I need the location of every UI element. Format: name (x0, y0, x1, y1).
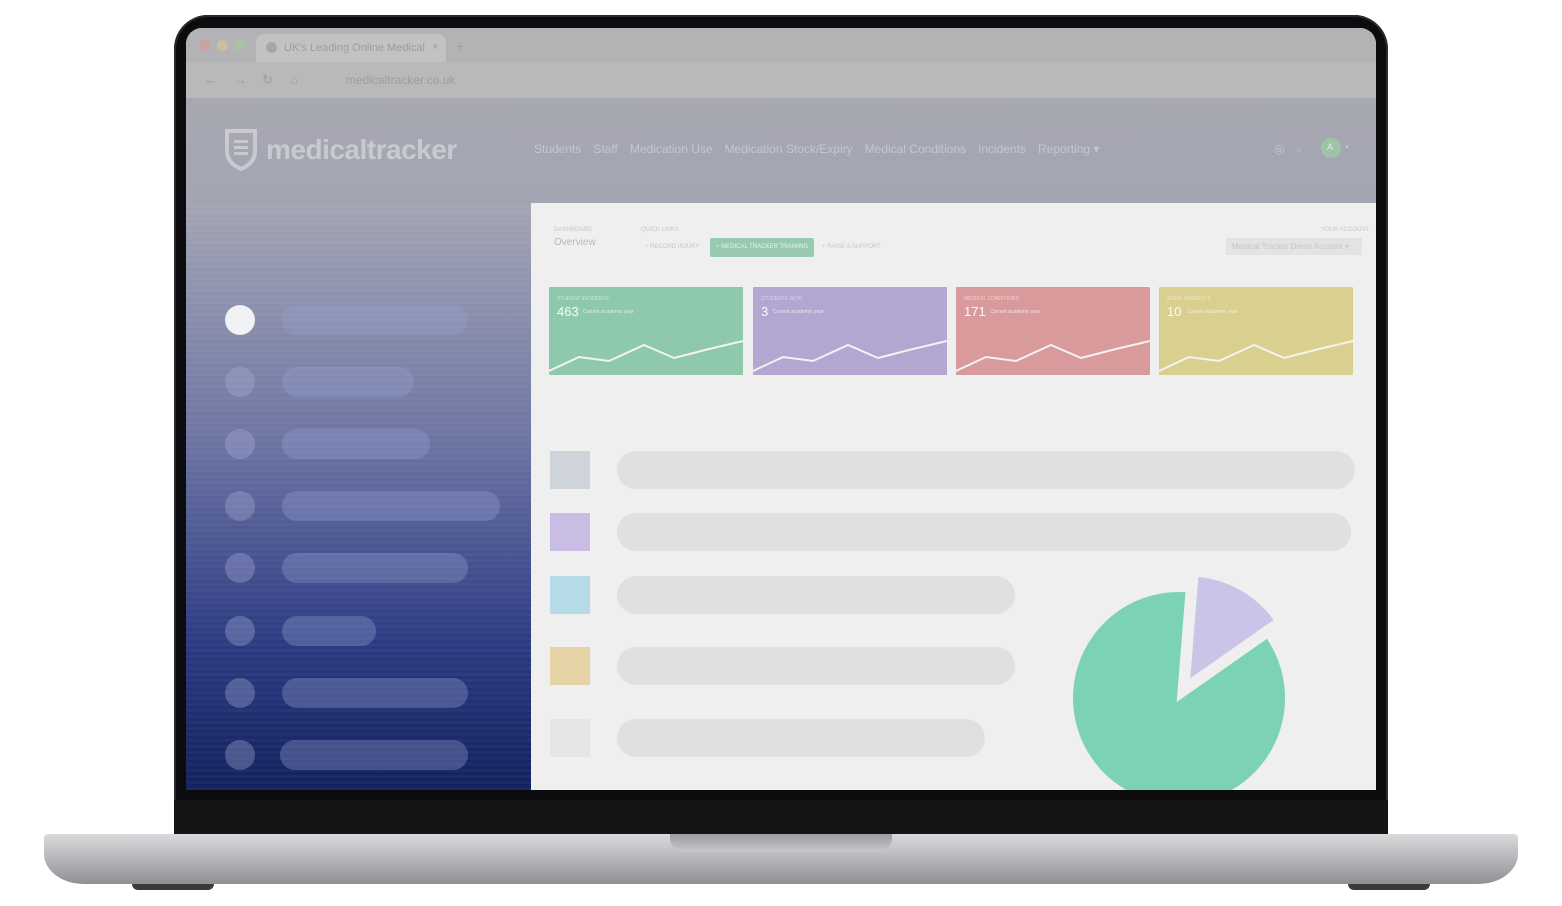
laptop-screen: UK's Leading Online Medical × + ← → ↻ ⌂ … (186, 28, 1376, 790)
legend-swatch (550, 647, 590, 685)
pie-chart (1069, 572, 1289, 790)
stat-card-student-incidents[interactable]: STUDENT INCIDENTS 463 Current academic y… (549, 287, 743, 375)
placeholder-bar (617, 719, 985, 757)
reload-icon[interactable]: ↻ (262, 72, 273, 88)
sparkline (549, 340, 743, 372)
window-close-icon[interactable] (200, 40, 211, 51)
legend-swatch (550, 451, 590, 489)
window-zoom-icon[interactable] (234, 40, 245, 51)
side-step-indicator (225, 429, 255, 459)
legend-swatch (550, 719, 590, 757)
avatar[interactable]: A (1321, 138, 1341, 158)
legend-swatch (550, 576, 590, 614)
browser-address-bar: ← → ↻ ⌂ medicaltracker.co.uk (186, 62, 1376, 98)
nav-students[interactable]: Students (534, 142, 581, 156)
forward-arrow-icon[interactable]: → (234, 72, 247, 87)
main-nav: Students Staff Medication Use Medication… (534, 142, 1099, 156)
account-select[interactable]: Medical Tracker Demo Account ▾ (1226, 238, 1362, 255)
stat-card-value: 171 (964, 304, 986, 319)
stat-card-label: STAFF INCIDENTS (1167, 296, 1211, 302)
stat-card-label: STUDENTS WITH (761, 296, 803, 302)
side-step-indicator (225, 740, 255, 770)
stat-card-subtext: Current academic year (583, 309, 634, 315)
placeholder-bar (617, 513, 1351, 551)
stat-card-label: MEDICAL CONDITIONS (964, 296, 1019, 302)
side-step-indicator (225, 553, 255, 583)
stat-card-label: STUDENT INCIDENTS (557, 296, 609, 302)
support-icon[interactable]: ◎ (1274, 142, 1284, 156)
placeholder-bar (617, 576, 1015, 614)
side-step-bar (280, 740, 468, 770)
search-icon[interactable]: ⌕ (1296, 142, 1303, 157)
side-step-bar (282, 616, 376, 646)
logo-text: medicaltracker (266, 134, 457, 165)
sparkline (1159, 340, 1353, 372)
account-label: YOUR ACCOUNT (1321, 227, 1370, 233)
stat-card-subtext: Current academic year (990, 309, 1041, 315)
stat-card-subtext: Current academic year (1187, 309, 1238, 315)
laptop-foot-right (1348, 884, 1430, 890)
stat-card-subtext: Current academic year (773, 309, 824, 315)
stat-card-value: 3 (761, 304, 769, 319)
laptop-foot-left (132, 884, 214, 890)
close-tab-icon[interactable]: × (432, 41, 438, 53)
side-step-bar (282, 305, 468, 335)
placeholder-bar (617, 647, 1015, 685)
legend-swatch (550, 513, 590, 551)
side-step-bar (282, 678, 468, 708)
side-step-bar (282, 491, 500, 521)
browser-tab[interactable]: UK's Leading Online Medical × (256, 34, 446, 62)
browser-tab-strip: UK's Leading Online Medical × + (186, 28, 1376, 62)
chevron-down-icon[interactable]: ▾ (1345, 143, 1349, 151)
side-step-bar (282, 429, 430, 459)
new-tab-icon[interactable]: + (456, 38, 464, 54)
side-step-indicator (225, 616, 255, 646)
placeholder-bar (617, 451, 1355, 489)
section-value: Overview (554, 237, 596, 248)
side-step-bar (282, 367, 414, 397)
stat-card-staff-incidents[interactable]: STAFF INCIDENTS 10 Current academic year (1159, 287, 1353, 375)
nav-medication-use[interactable]: Medication Use (630, 142, 713, 156)
training-button[interactable]: + MEDICAL TRACKER TRAINING (710, 238, 815, 257)
nav-medication-stock[interactable]: Medication Stock/Expiry (725, 142, 853, 156)
sparkline (753, 340, 947, 372)
stat-card-value: 463 (557, 304, 579, 319)
url-input[interactable]: medicaltracker.co.uk (346, 73, 455, 87)
side-panel (186, 203, 531, 790)
side-step-indicator (225, 491, 255, 521)
nav-incidents[interactable]: Incidents (978, 142, 1026, 156)
laptop-notch (670, 834, 892, 852)
side-step-bar (282, 553, 468, 583)
side-step-indicator (225, 305, 255, 335)
quick-links-label: QUICK LINKS (641, 227, 680, 233)
record-injury-button[interactable]: + RECORD INJURY (639, 238, 705, 257)
avatar-initial: A (1327, 142, 1334, 152)
window-minimize-icon[interactable] (217, 40, 228, 51)
nav-reporting[interactable]: Reporting ▾ (1038, 142, 1099, 156)
nav-medical-conditions[interactable]: Medical Conditions (865, 142, 966, 156)
stat-card-medical-conditions[interactable]: MEDICAL CONDITIONS 171 Current academic … (956, 287, 1150, 375)
section-label: DASHBOARD (554, 227, 593, 233)
stat-card-value: 10 (1167, 304, 1182, 319)
nav-staff[interactable]: Staff (593, 142, 617, 156)
sparkline (956, 340, 1150, 372)
side-step-indicator (225, 367, 255, 397)
tab-title: UK's Leading Online Medical (284, 42, 425, 54)
raise-support-button[interactable]: + RAISE A SUPPORT (816, 238, 887, 257)
laptop-chin (174, 800, 1388, 834)
app-header: medicaltracker Students Staff Medication… (186, 98, 1376, 208)
shield-logo-icon (225, 129, 257, 171)
stat-card-students-with[interactable]: STUDENTS WITH 3 Current academic year (753, 287, 947, 375)
side-step-indicator (225, 678, 255, 708)
home-icon[interactable]: ⌂ (290, 72, 298, 87)
favicon-icon (266, 42, 277, 53)
back-arrow-icon[interactable]: ← (204, 72, 217, 87)
